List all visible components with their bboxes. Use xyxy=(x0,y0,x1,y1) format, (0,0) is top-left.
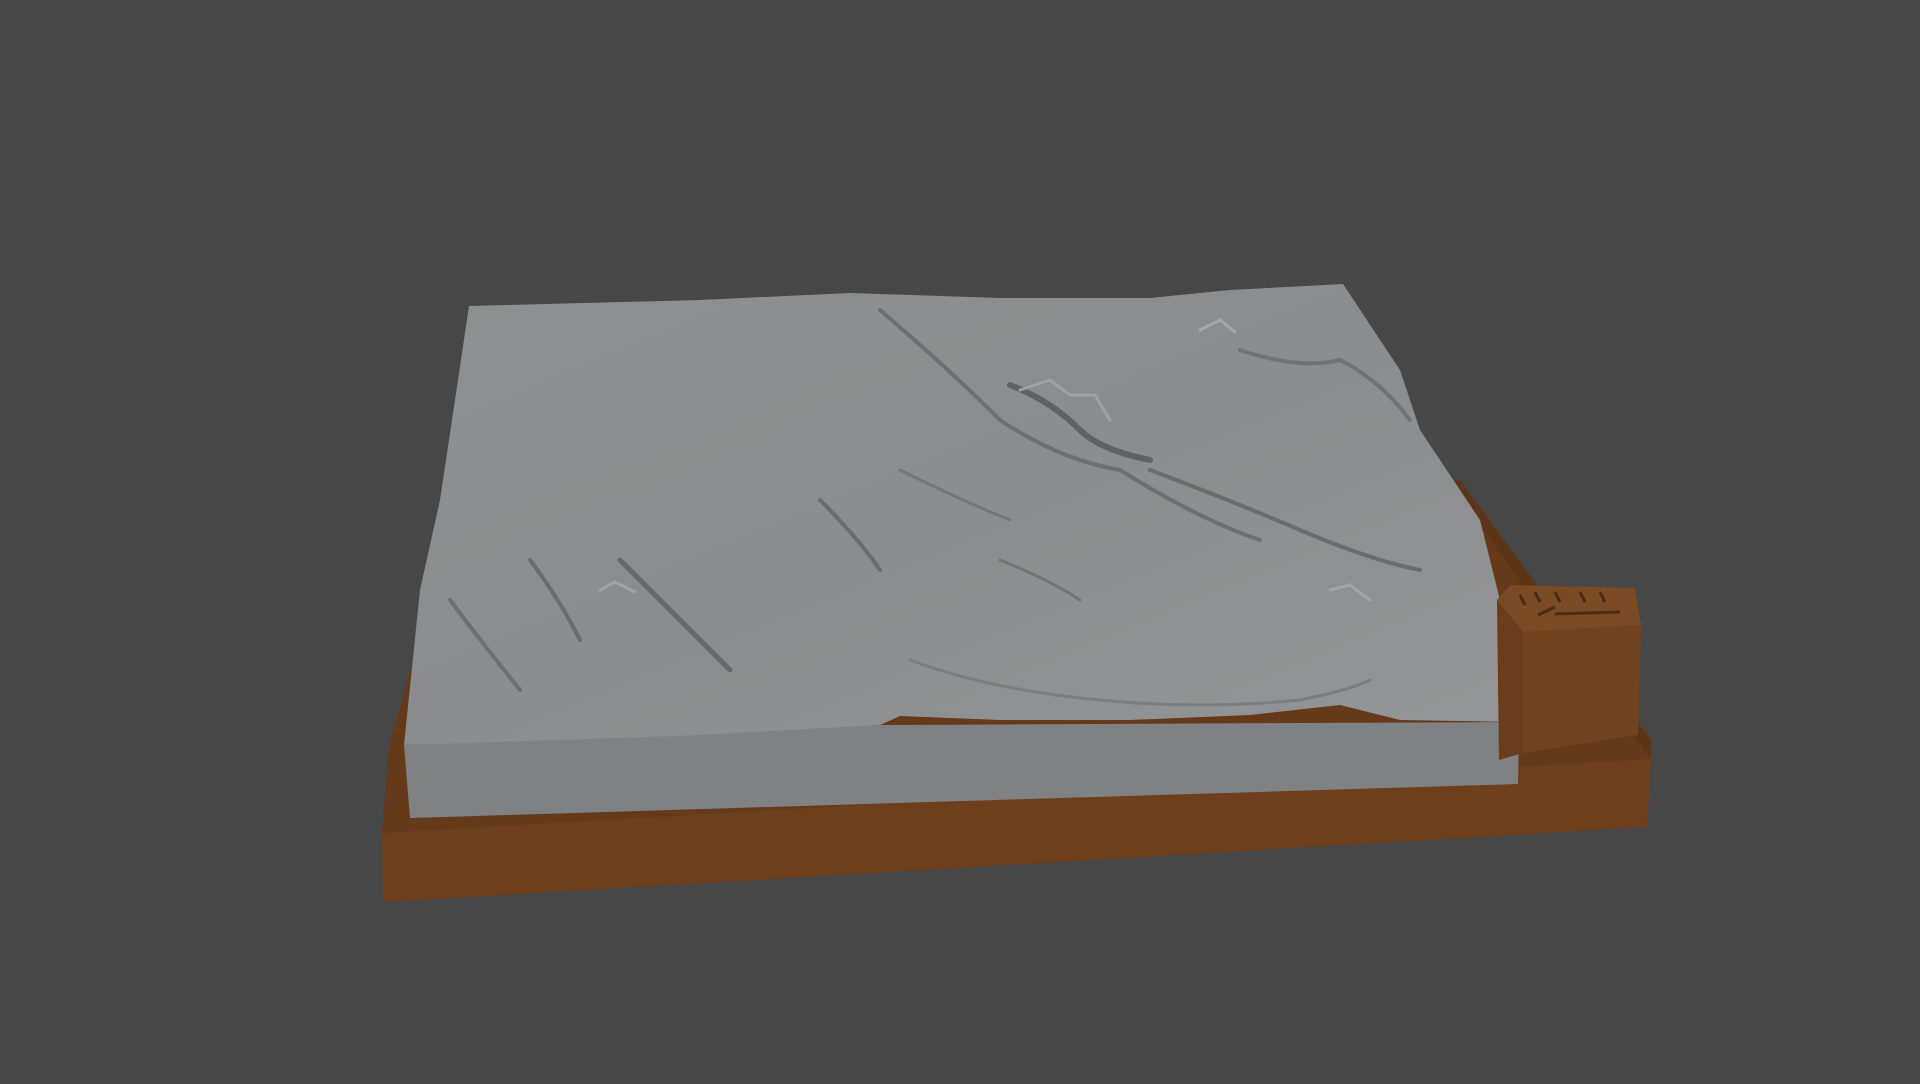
3d-viewport[interactable] xyxy=(0,0,1920,1080)
label-box xyxy=(1497,585,1641,760)
terrain-model-render xyxy=(382,284,1651,902)
